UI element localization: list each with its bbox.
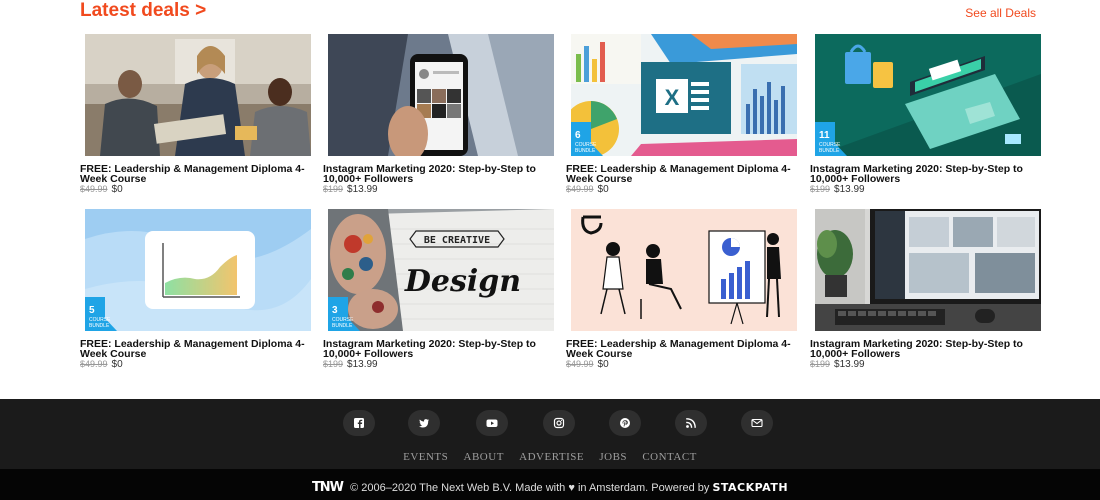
deal-old-price: $49.99 — [566, 184, 594, 194]
deal-old-price: $199 — [323, 359, 344, 369]
rss-link[interactable] — [675, 410, 707, 436]
tnw-logo[interactable]: TNW — [312, 480, 344, 495]
youtube-link[interactable] — [476, 410, 508, 436]
deal-image-desk-monitor[interactable] — [815, 209, 1041, 331]
deal-price-row: $199 $13.99 — [810, 184, 865, 195]
deal-title[interactable]: Instagram Marketing 2020: Step-by-Step t… — [323, 339, 555, 360]
deal-image-excel[interactable]: X 6 COURSE BUNDLE — [571, 34, 797, 156]
deals-header: Latest deals > See all Deals — [80, 0, 1040, 26]
rss-icon — [686, 418, 696, 428]
bundle-badge: 11 COURSE BUNDLE — [815, 122, 847, 156]
deal-title[interactable]: Instagram Marketing 2020: Step-by-Step t… — [323, 164, 555, 185]
latest-deals-link[interactable]: Latest deals > — [80, 0, 206, 22]
nav-contact[interactable]: CONTACT — [642, 451, 697, 463]
footer-nav: EVENTS ABOUT ADVERTISE JOBS CONTACT — [0, 451, 1100, 463]
facebook-link[interactable] — [343, 410, 375, 436]
deal-price: $0 — [111, 359, 123, 370]
instagram-icon — [553, 417, 565, 429]
bundle-count: 6 — [575, 130, 581, 141]
deal-price: $13.99 — [347, 184, 378, 195]
bundle-label: COURSE BUNDLE — [819, 142, 841, 154]
deal-old-price: $199 — [810, 184, 831, 194]
deal-old-price: $199 — [810, 359, 831, 369]
bundle-count: 5 — [89, 305, 95, 316]
bundle-badge: 5 COURSE BUNDLE — [85, 297, 117, 331]
twitter-icon — [419, 419, 429, 428]
deal-price: $0 — [597, 359, 609, 370]
deal-price-row: $199 $13.99 — [323, 359, 378, 370]
deal-price: $0 — [597, 184, 609, 195]
deal-title[interactable]: FREE: Leadership & Management Diploma 4-… — [80, 339, 312, 360]
mail-link[interactable] — [741, 410, 773, 436]
deal-title[interactable]: FREE: Leadership & Management Diploma 4-… — [566, 164, 798, 185]
deal-old-price: $49.99 — [80, 359, 108, 369]
site-footer: EVENTS ABOUT ADVERTISE JOBS CONTACT TNW … — [0, 399, 1100, 500]
design-text: Design — [404, 264, 521, 299]
deal-image-area-chart[interactable]: 5 COURSE BUNDLE — [85, 209, 311, 331]
deal-image-phone-instagram[interactable] — [328, 34, 554, 156]
youtube-icon — [486, 419, 498, 427]
deal-title[interactable]: Instagram Marketing 2020: Step-by-Step t… — [810, 164, 1042, 185]
deal-old-price: $199 — [323, 184, 344, 194]
pinterest-link[interactable] — [609, 410, 641, 436]
deal-old-price: $49.99 — [80, 184, 108, 194]
bundle-count: 3 — [332, 305, 338, 316]
deal-price-row: $49.99 $0 — [80, 359, 123, 370]
deal-title[interactable]: FREE: Leadership & Management Diploma 4-… — [566, 339, 798, 360]
bundle-badge: 6 COURSE BUNDLE — [571, 122, 603, 156]
copyright-text: © 2006–2020 The Next Web B.V. Made with … — [350, 482, 710, 494]
deal-price: $13.99 — [347, 359, 378, 370]
nav-about[interactable]: ABOUT — [464, 451, 504, 463]
deal-price-row: $49.99 $0 — [80, 184, 123, 195]
deal-title[interactable]: FREE: Leadership & Management Diploma 4-… — [80, 164, 312, 185]
be-creative-text: BE CREATIVE — [424, 235, 490, 246]
deal-price: $0 — [111, 184, 123, 195]
deal-price: $13.99 — [834, 359, 865, 370]
deal-image-ecommerce[interactable]: 11 COURSE BUNDLE — [815, 34, 1041, 156]
bundle-badge: 3 COURSE BUNDLE — [328, 297, 360, 331]
deal-image-presentation[interactable] — [571, 209, 797, 331]
deal-price-row: $49.99 $0 — [566, 184, 609, 195]
nav-events[interactable]: EVENTS — [403, 451, 448, 463]
svg-text:X: X — [665, 85, 680, 110]
deal-image-business-meeting[interactable] — [85, 34, 311, 156]
deal-price: $13.99 — [834, 184, 865, 195]
copyright-line: TNW © 2006–2020 The Next Web B.V. Made w… — [0, 480, 1100, 495]
pinterest-icon — [620, 418, 630, 428]
bundle-count: 11 — [819, 130, 830, 141]
stackpath-logo[interactable]: STACKPATH — [712, 481, 788, 494]
deal-price-row: $49.99 $0 — [566, 359, 609, 370]
see-all-deals-link[interactable]: See all Deals — [965, 6, 1036, 20]
instagram-link[interactable] — [543, 410, 575, 436]
deal-price-row: $199 $13.99 — [323, 184, 378, 195]
nav-jobs[interactable]: JOBS — [599, 451, 627, 463]
deal-image-be-creative[interactable]: BE CREATIVE Design 3 COURSE BUNDLE — [328, 209, 554, 331]
deal-old-price: $49.99 — [566, 359, 594, 369]
deal-price-row: $199 $13.99 — [810, 359, 865, 370]
copyright-bar: TNW © 2006–2020 The Next Web B.V. Made w… — [0, 469, 1100, 500]
social-links — [0, 410, 1100, 436]
bundle-label: COURSE BUNDLE — [89, 317, 111, 329]
bundle-label: COURSE BUNDLE — [575, 142, 597, 154]
facebook-icon — [354, 418, 364, 428]
mail-icon — [751, 418, 763, 428]
twitter-link[interactable] — [408, 410, 440, 436]
nav-advertise[interactable]: ADVERTISE — [519, 451, 584, 463]
bundle-label: COURSE BUNDLE — [332, 317, 354, 329]
deal-title[interactable]: Instagram Marketing 2020: Step-by-Step t… — [810, 339, 1042, 360]
